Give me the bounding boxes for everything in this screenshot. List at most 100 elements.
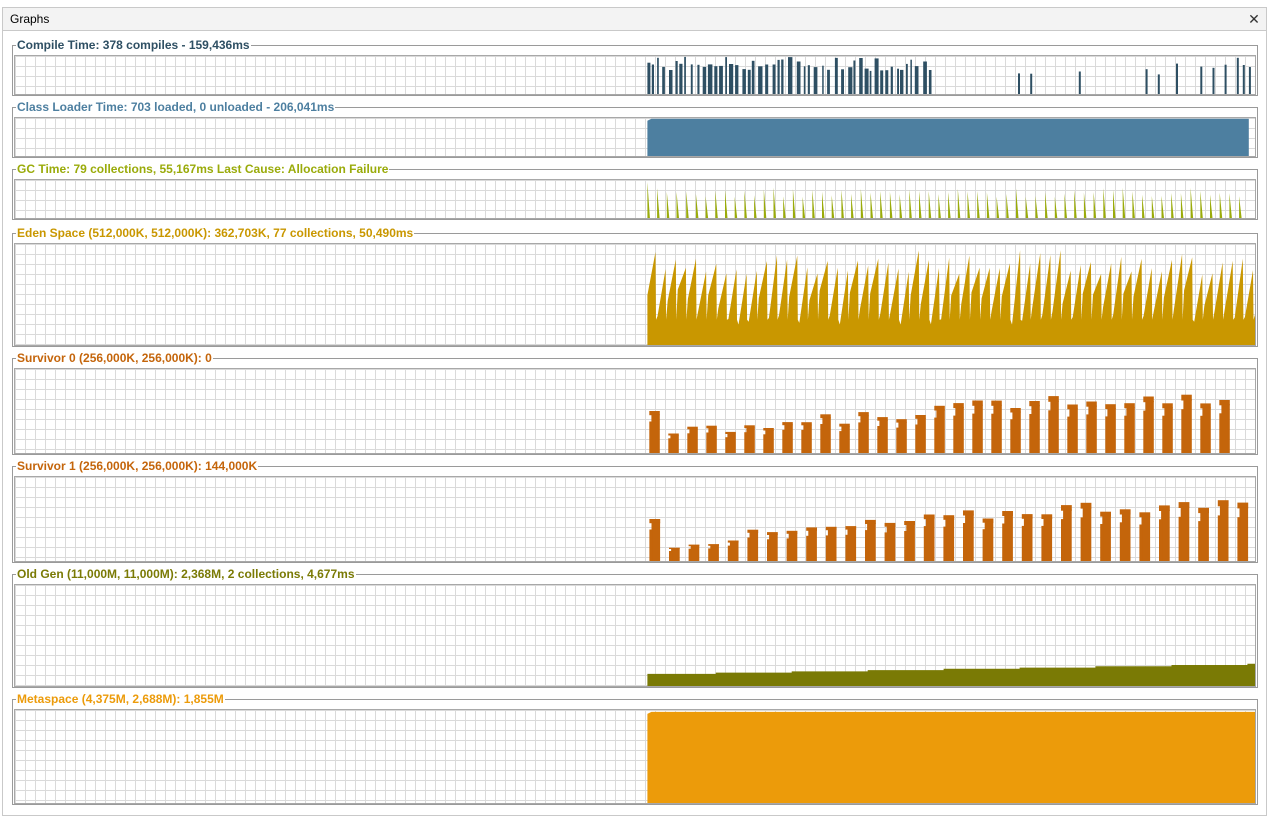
chart-area — [880, 191, 883, 218]
chart-mark — [925, 518, 935, 561]
chart-mark — [729, 542, 739, 561]
chart-mark — [671, 548, 680, 561]
chart-mark — [1157, 74, 1160, 94]
chart-mark — [1141, 516, 1151, 561]
panel-title: Metaspace (4,375M, 2,688M): 1,855M — [16, 692, 225, 706]
chart-mark — [1176, 63, 1178, 94]
chart-mark — [649, 529, 653, 561]
chart-mark — [647, 62, 651, 94]
chart-area — [1113, 190, 1116, 218]
chart-area — [1054, 196, 1058, 218]
chart-mark — [782, 429, 786, 453]
chart-mark — [746, 427, 755, 453]
chart-mark — [1082, 507, 1092, 561]
chart-mark — [714, 66, 718, 94]
chart-mark — [649, 421, 653, 453]
chart-mark — [848, 67, 853, 94]
chart-survivor-0 — [649, 394, 1230, 453]
chart-mark — [898, 421, 907, 453]
chart-mark — [767, 539, 771, 561]
chart-mark — [858, 422, 862, 453]
chart-mark — [710, 545, 719, 561]
chart-mark — [1124, 415, 1128, 453]
chart-area — [695, 193, 699, 218]
chart-mark — [1159, 519, 1163, 561]
graphs-tab[interactable]: Graphs ✕ — [2, 7, 1267, 31]
chart-mark — [945, 518, 955, 561]
tab-title: Graphs — [10, 12, 50, 26]
chart-mark — [1031, 405, 1040, 453]
panel-class-loader-time: Class Loader Time: 703 loaded, 0 unloade… — [12, 100, 1258, 158]
chart-area — [802, 196, 806, 218]
plot-old-gen — [14, 584, 1256, 687]
chart-area — [792, 188, 796, 218]
chart-mark — [839, 431, 843, 453]
chart-area — [1210, 194, 1213, 218]
chart-mark — [808, 530, 817, 561]
chart-mark — [807, 65, 810, 94]
chart-mark — [886, 526, 896, 561]
chart-mark — [1069, 408, 1078, 453]
chart-mark — [1180, 506, 1190, 561]
chart-mark — [769, 534, 778, 561]
chart-mark — [1198, 521, 1202, 561]
chart-mark — [1078, 71, 1081, 94]
chart-mark — [706, 432, 710, 453]
chart-mark — [993, 404, 1002, 453]
chart-mark — [813, 67, 818, 94]
chart-area — [657, 188, 660, 218]
chart-area — [996, 196, 1000, 218]
chart-mark — [1004, 515, 1013, 561]
chart-area — [1190, 188, 1194, 218]
chart-mark — [1202, 407, 1211, 453]
chart-mark — [751, 60, 755, 94]
chart-mark — [1126, 407, 1135, 453]
chart-mark — [1002, 523, 1006, 561]
chart-area — [1219, 192, 1223, 218]
chart-area — [1142, 194, 1145, 218]
chart-mark — [765, 430, 774, 453]
chart-mark — [669, 70, 673, 94]
chart-mark — [675, 61, 678, 94]
chart-mark — [822, 417, 831, 453]
chart-mark — [1063, 509, 1072, 561]
chart-old-gen — [647, 663, 1255, 686]
chart-mark — [1145, 401, 1154, 453]
chart-mark — [904, 531, 908, 561]
chart-area — [647, 663, 1255, 686]
chart-mark — [657, 57, 659, 94]
chart-area — [1083, 192, 1087, 218]
chart-mark — [917, 418, 926, 453]
chart-mark — [758, 66, 763, 94]
chart-mark — [777, 59, 780, 94]
chart-area — [1180, 193, 1184, 218]
panel-title: Survivor 1 (256,000K, 256,000K): 144,000… — [16, 459, 259, 473]
close-icon[interactable]: ✕ — [1246, 10, 1262, 28]
chart-mark — [923, 61, 927, 94]
chart-area — [705, 196, 709, 218]
chart-mark — [669, 551, 673, 561]
chart-mark — [885, 70, 889, 94]
chart-mark — [906, 524, 915, 561]
chart-mark — [1161, 509, 1170, 561]
chart-mark — [747, 537, 751, 561]
chart-mark — [763, 434, 767, 453]
chart-area — [647, 250, 1255, 345]
chart-area — [967, 191, 970, 218]
chart-mark — [1181, 409, 1185, 453]
chart-mark — [1061, 519, 1065, 561]
chart-mark — [1012, 411, 1021, 453]
chart-mark — [803, 424, 812, 453]
chart-mark — [651, 522, 661, 561]
chart-area — [1074, 190, 1077, 218]
chart-mark — [1023, 517, 1033, 561]
chart-mark — [867, 523, 876, 561]
chart-area — [919, 190, 922, 218]
chart-mark — [859, 58, 863, 94]
chart-mark — [841, 69, 844, 94]
chart-area — [1161, 195, 1164, 218]
chart-mark — [1239, 507, 1249, 561]
chart-survivor-1 — [649, 500, 1249, 561]
chart-mark — [796, 61, 801, 94]
chart-mark — [1183, 399, 1192, 453]
